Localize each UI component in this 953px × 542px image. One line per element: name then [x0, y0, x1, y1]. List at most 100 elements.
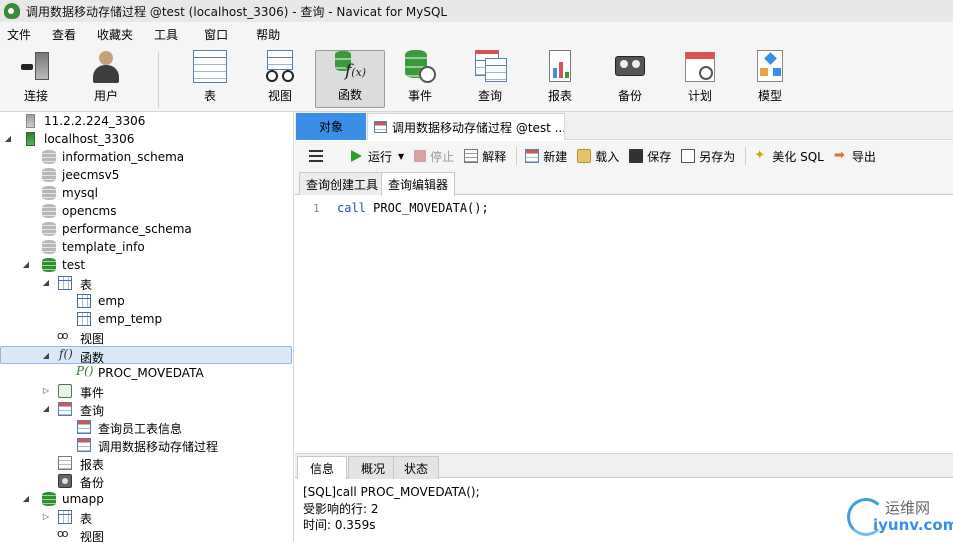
toolbar-separator	[745, 147, 747, 165]
user-icon	[89, 50, 123, 83]
menu-help[interactable]: 帮助	[256, 26, 280, 43]
collapse-arrow-icon[interactable]: ◢	[22, 494, 30, 503]
menu-icon[interactable]	[309, 150, 323, 162]
expand-arrow-icon[interactable]: ▷	[42, 386, 50, 395]
tree-connection-11-2-2-224[interactable]: 11.2.2.224_3306	[0, 112, 293, 130]
collapse-arrow-icon[interactable]: ◢	[4, 134, 12, 143]
query-icon	[58, 402, 72, 416]
tab-status[interactable]: 状态	[393, 456, 439, 479]
tree-db-template-info[interactable]: template_info	[0, 238, 293, 256]
tree-group-reports[interactable]: 报表	[0, 454, 293, 472]
database-icon	[42, 240, 56, 254]
server-icon	[26, 114, 35, 128]
toolbar-connect-button[interactable]: 连接	[1, 50, 71, 108]
magic-wand-icon: ✦	[754, 148, 766, 163]
tree-db-test[interactable]: ◢ test	[0, 256, 293, 274]
toolbar-function-button[interactable]: f(x) 函数	[315, 50, 385, 108]
window-title: 调用数据移动存储过程 @test (localhost_3306) - 查询 -…	[26, 4, 448, 19]
document-tabs: 对象 调用数据移动存储过程 @test ...	[295, 112, 953, 140]
menu-favorites[interactable]: 收藏夹	[97, 26, 133, 43]
explain-button[interactable]: 解释	[464, 148, 506, 165]
database-icon	[42, 168, 56, 182]
tree-db-performance-schema[interactable]: performance_schema	[0, 220, 293, 238]
tree-db-umapp[interactable]: ◢ umapp	[0, 490, 293, 508]
collapse-arrow-icon[interactable]: ◢	[42, 351, 50, 360]
tree-connection-localhost[interactable]: ◢ localhost_3306	[0, 130, 293, 148]
table-icon	[77, 312, 91, 326]
tree-group-events[interactable]: ▷ 事件	[0, 382, 293, 400]
database-icon	[42, 258, 56, 272]
tab-query-editor[interactable]: 查询编辑器	[381, 172, 456, 196]
tree-db-opencms[interactable]: opencms	[0, 202, 293, 220]
dropdown-arrow-icon[interactable]: ▼	[398, 152, 404, 161]
tree-table-emp-temp[interactable]: emp_temp	[0, 310, 293, 328]
watermark-logo: 运维网 iyunv.com	[847, 494, 953, 538]
tab-info[interactable]: 信息	[297, 456, 347, 479]
toolbar-query-button[interactable]: 查询	[455, 50, 525, 108]
tree-table-emp[interactable]: emp	[0, 292, 293, 310]
expand-arrow-icon[interactable]: ▷	[42, 512, 50, 521]
menu-tools[interactable]: 工具	[154, 26, 178, 43]
query-icon	[374, 121, 387, 133]
run-button[interactable]: 运行 ▼	[351, 148, 404, 165]
collapse-arrow-icon[interactable]: ◢	[22, 260, 30, 269]
query-toolbar: 运行 ▼ 停止 解释 新建 载入 保存 另存为 ✦ 美化 SQL ➡ 导出	[295, 141, 953, 171]
backup-icon	[613, 50, 647, 83]
new-button[interactable]: 新建	[525, 148, 567, 165]
table-icon	[58, 276, 72, 290]
line-number: 1	[313, 202, 320, 215]
toolbar-backup-button[interactable]: 备份	[595, 50, 665, 108]
save-as-button[interactable]: 另存为	[681, 148, 735, 165]
tab-query-builder[interactable]: 查询创建工具	[299, 172, 386, 195]
plug-icon	[19, 50, 53, 83]
tree-group-views[interactable]: oo 视图	[0, 328, 293, 346]
collapse-arrow-icon[interactable]: ◢	[42, 404, 50, 413]
tree-group-functions[interactable]: ◢ f() 函数	[0, 346, 292, 365]
toolbar-user-button[interactable]: 用户	[71, 50, 141, 108]
tree-group-tables[interactable]: ◢ 表	[0, 274, 293, 292]
tree-query-employee-info[interactable]: 查询员工表信息	[0, 418, 293, 436]
tab-query[interactable]: 调用数据移动存储过程 @test ...	[367, 113, 565, 140]
tree-procedure-proc-movedata[interactable]: P() PROC_MOVEDATA	[0, 364, 293, 382]
database-icon	[42, 186, 56, 200]
tree-db-information-schema[interactable]: information_schema	[0, 148, 293, 166]
toolbar-model-button[interactable]: 模型	[735, 50, 805, 108]
sql-keyword: call	[337, 201, 366, 215]
tab-query-label: 调用数据移动存储过程 @test ...	[392, 120, 565, 135]
toolbar-report-button[interactable]: 报表	[525, 50, 595, 108]
tree-db-mysql[interactable]: mysql	[0, 184, 293, 202]
report-icon	[58, 456, 72, 470]
toolbar-event-button[interactable]: 事件	[385, 50, 455, 108]
export-button[interactable]: ➡ 导出	[834, 148, 876, 165]
function-icon: f(x)	[333, 51, 367, 82]
database-icon	[42, 222, 56, 236]
collapse-arrow-icon[interactable]: ◢	[42, 278, 50, 287]
menu-view[interactable]: 查看	[52, 26, 76, 43]
stop-button[interactable]: 停止	[414, 148, 454, 165]
tree-query-call-movedata[interactable]: 调用数据移动存储过程	[0, 436, 293, 454]
watermark-text-domain: iyunv.com	[873, 516, 953, 534]
sql-code-line[interactable]: call PROC_MOVEDATA();	[337, 201, 489, 215]
connection-tree: 11.2.2.224_3306 ◢ localhost_3306 informa…	[0, 112, 294, 542]
beautify-sql-button[interactable]: ✦ 美化 SQL	[754, 148, 824, 165]
line-number-gutter: 1	[295, 196, 327, 452]
tree-group-queries[interactable]: ◢ 查询	[0, 400, 293, 418]
toolbar-view-button[interactable]: 视图	[245, 50, 315, 108]
save-as-icon	[681, 149, 696, 163]
query-icon	[473, 50, 507, 83]
save-button[interactable]: 保存	[629, 148, 671, 165]
tree-group-tables-umapp[interactable]: ▷ 表	[0, 508, 293, 526]
tree-db-jeecmsv5[interactable]: jeecmsv5	[0, 166, 293, 184]
tab-objects[interactable]: 对象	[296, 113, 366, 140]
menu-window[interactable]: 窗口	[204, 26, 228, 43]
sql-editor[interactable]: 1 call PROC_MOVEDATA();	[295, 196, 953, 452]
tab-profile[interactable]: 概况	[348, 456, 398, 479]
menu-file[interactable]: 文件	[7, 26, 31, 43]
tree-group-backups[interactable]: 备份	[0, 472, 293, 490]
calendar-icon	[683, 50, 717, 83]
tree-group-views-umapp[interactable]: oo 视图	[0, 526, 293, 542]
table-icon	[193, 50, 227, 83]
load-button[interactable]: 载入	[577, 148, 619, 165]
toolbar-schedule-button[interactable]: 计划	[665, 50, 735, 108]
toolbar-table-button[interactable]: 表	[175, 50, 245, 108]
